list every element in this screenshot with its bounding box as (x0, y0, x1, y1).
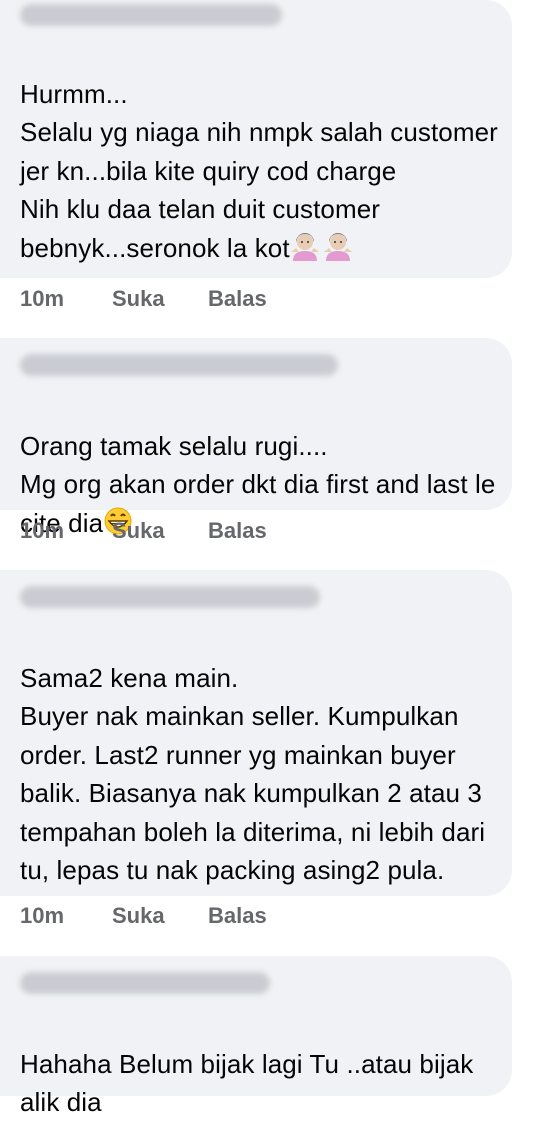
comment-body: Hahaha Belum bijak lagi Tu ..atau bijak … (20, 1048, 474, 1118)
author-name-blurred[interactable] (20, 4, 282, 26)
comment-actions: 10m Suka Balas (20, 901, 267, 931)
comment-actions: 10m Suka Balas (20, 516, 267, 546)
comment-body: Sama2 kena main. Buyer nak mainkan selle… (20, 662, 486, 886)
comment-body: Hurmm... Selalu yg niaga nih nmpk salah … (20, 78, 498, 263)
comment-bubble: Sama2 kena main. Buyer nak mainkan selle… (0, 570, 512, 896)
comment-text: Hurmm... Selalu yg niaga nih nmpk salah … (20, 36, 498, 271)
comment-timestamp[interactable]: 10m (20, 903, 112, 929)
comment-actions: 10m Suka Balas (20, 284, 267, 314)
comment-bubble: Hurmm... Selalu yg niaga nih nmpk salah … (0, 0, 512, 278)
like-button[interactable]: Suka (112, 903, 208, 929)
comment-bubble: Orang tamak selalu rugi.... Mg org akan … (0, 338, 512, 538)
reply-button[interactable]: Balas (208, 903, 267, 929)
author-name-blurred[interactable] (20, 972, 270, 994)
author-name-blurred[interactable] (20, 354, 338, 376)
comment-timestamp[interactable]: 10m (20, 286, 112, 312)
reply-button[interactable]: Balas (208, 518, 267, 544)
reply-button[interactable]: Balas (208, 286, 267, 312)
person-shrugging-icon (290, 231, 356, 272)
comment-timestamp[interactable]: 10m (20, 518, 112, 544)
comment-text: Hahaha Belum bijak lagi Tu ..atau bijak … (20, 1006, 498, 1122)
like-button[interactable]: Suka (112, 286, 208, 312)
comment-bubble: Hahaha Belum bijak lagi Tu ..atau bijak … (0, 956, 512, 1117)
comment-thread: Hurmm... Selalu yg niaga nih nmpk salah … (0, 0, 535, 1117)
author-name-blurred[interactable] (20, 586, 320, 608)
like-button[interactable]: Suka (112, 518, 208, 544)
comment-text: Sama2 kena main. Buyer nak mainkan selle… (20, 620, 510, 890)
